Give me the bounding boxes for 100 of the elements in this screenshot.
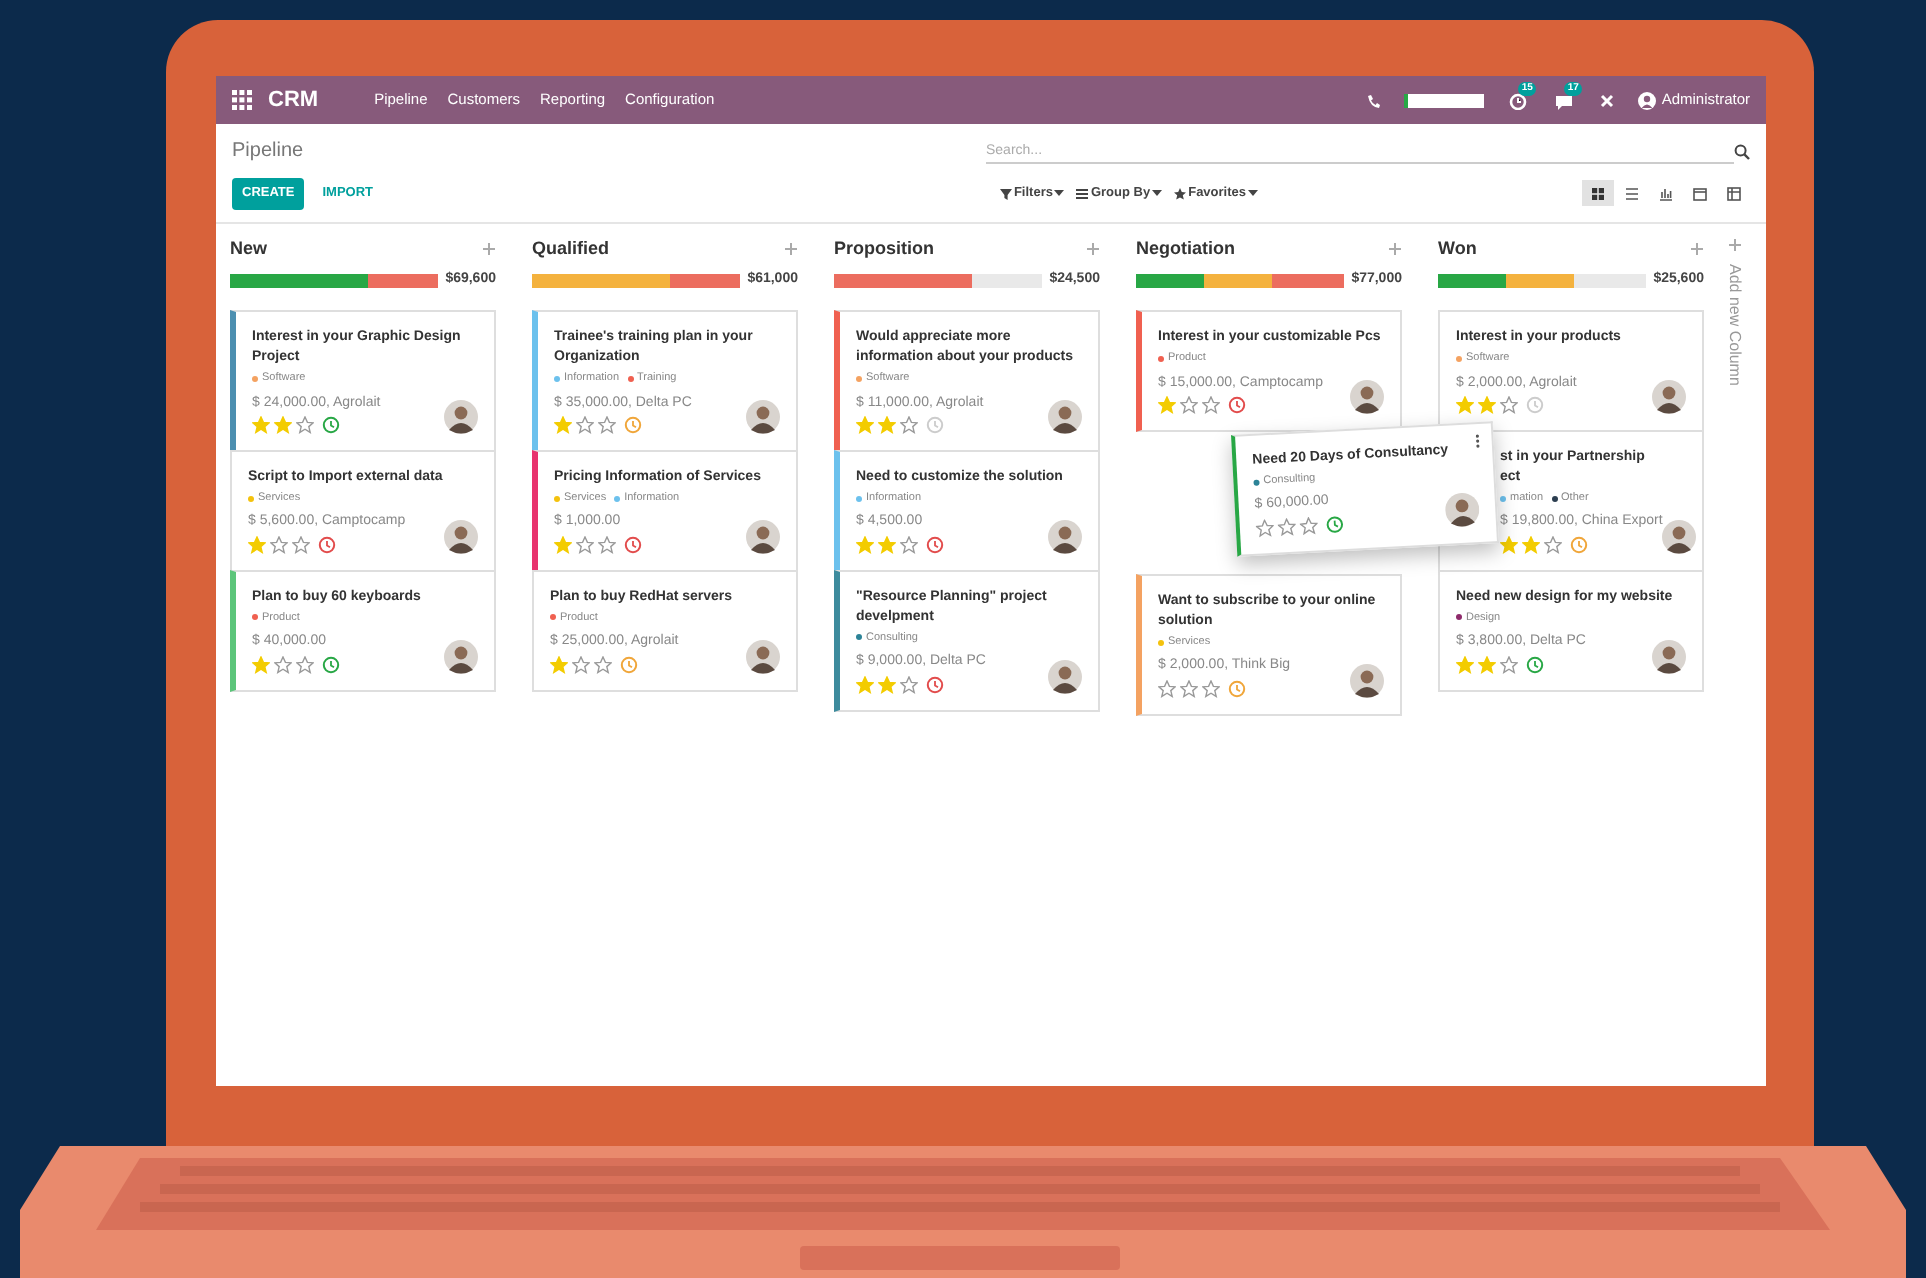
- star-icon[interactable]: [554, 535, 572, 554]
- avatar-icon: [1662, 519, 1697, 554]
- activity-clock-icon[interactable]: [1526, 655, 1544, 673]
- avatar-icon: [444, 519, 478, 554]
- activity-clock-icon[interactable]: [624, 535, 642, 554]
- phone-icon[interactable]: [1365, 93, 1380, 107]
- star-icon[interactable]: [296, 655, 314, 673]
- column-title: Negotiation: [1136, 236, 1235, 262]
- star-icon[interactable]: [274, 655, 292, 673]
- star-icon[interactable]: [856, 535, 874, 554]
- star-icon[interactable]: [1277, 516, 1297, 536]
- close-icon[interactable]: [1599, 93, 1614, 107]
- star-icon[interactable]: [900, 535, 918, 554]
- star-icon[interactable]: [252, 655, 270, 673]
- star-icon[interactable]: [572, 655, 590, 673]
- plus-icon[interactable]: [1690, 242, 1704, 257]
- avatar-icon: [1652, 639, 1686, 673]
- caret-icon: [1152, 190, 1163, 197]
- avatar-icon: [746, 519, 780, 554]
- status-bar-icon: [1403, 93, 1484, 107]
- star-icon[interactable]: [856, 416, 874, 434]
- star-icon[interactable]: [878, 416, 896, 434]
- search-icon[interactable]: [1734, 143, 1750, 159]
- star-icon[interactable]: [1478, 396, 1496, 414]
- plus-icon[interactable]: [784, 242, 798, 257]
- star-icon[interactable]: [1500, 535, 1518, 554]
- column-title: New: [230, 236, 268, 262]
- activity-clock-icon[interactable]: [1228, 396, 1246, 414]
- activity-clock-icon[interactable]: [620, 655, 638, 673]
- avatar-icon: [1350, 663, 1384, 698]
- avatar-icon: [1048, 659, 1082, 693]
- caret-icon: [1054, 190, 1065, 197]
- star-icon[interactable]: [292, 535, 310, 554]
- activity-clock-icon[interactable]: [318, 535, 336, 554]
- kebab-menu-icon[interactable]: [1475, 433, 1480, 448]
- star-icon[interactable]: [1180, 679, 1198, 698]
- star-icon: [1174, 187, 1187, 200]
- star-icon[interactable]: [1456, 655, 1474, 673]
- star-icon[interactable]: [296, 416, 314, 434]
- star-icon[interactable]: [1522, 535, 1540, 554]
- star-icon[interactable]: [554, 416, 572, 434]
- star-icon[interactable]: [1202, 679, 1220, 698]
- star-icon[interactable]: [900, 416, 918, 434]
- avatar-icon: [1444, 491, 1481, 527]
- pivot-icon: [1726, 185, 1742, 202]
- star-icon[interactable]: [1299, 515, 1319, 535]
- activity-clock-icon[interactable]: [1325, 514, 1345, 534]
- page-title: Pipeline: [232, 138, 304, 166]
- plus-icon[interactable]: [1086, 242, 1100, 257]
- star-icon[interactable]: [598, 535, 616, 554]
- list-icon: [1624, 185, 1640, 202]
- user-avatar-icon[interactable]: [1637, 91, 1656, 109]
- star-icon[interactable]: [274, 416, 292, 434]
- star-icon[interactable]: [1255, 517, 1275, 537]
- column-title: Qualified: [532, 236, 610, 262]
- plus-icon[interactable]: [1388, 242, 1402, 257]
- activity-clock-icon[interactable]: [1228, 679, 1246, 698]
- star-icon[interactable]: [878, 535, 896, 554]
- star-icon[interactable]: [1544, 535, 1562, 554]
- activity-clock-icon[interactable]: [926, 535, 944, 554]
- star-icon[interactable]: [576, 535, 594, 554]
- star-icon[interactable]: [550, 655, 568, 673]
- caret-icon: [1248, 190, 1258, 197]
- star-icon[interactable]: [1500, 655, 1518, 673]
- avatar-icon: [1048, 519, 1082, 554]
- star-icon[interactable]: [594, 655, 612, 673]
- star-icon[interactable]: [248, 535, 266, 554]
- star-icon[interactable]: [1456, 396, 1474, 414]
- activity-clock-icon[interactable]: [322, 416, 340, 434]
- star-icon[interactable]: [878, 675, 896, 693]
- star-icon[interactable]: [1158, 396, 1176, 414]
- star-icon[interactable]: [900, 675, 918, 693]
- filter-icon: [999, 187, 1012, 200]
- app-title[interactable]: CRM: [268, 83, 319, 117]
- activity-clock-icon[interactable]: [624, 416, 642, 434]
- star-icon[interactable]: [252, 416, 270, 434]
- avatar-icon: [1048, 400, 1082, 434]
- star-icon[interactable]: [576, 416, 594, 434]
- plus-icon[interactable]: [482, 242, 496, 257]
- activity-clock-icon[interactable]: [1570, 535, 1588, 554]
- avatar-icon: [444, 639, 478, 673]
- activity-clock-icon[interactable]: [1526, 396, 1544, 414]
- star-icon[interactable]: [1500, 396, 1518, 414]
- star-icon[interactable]: [1180, 396, 1198, 414]
- star-icon[interactable]: [856, 675, 874, 693]
- activity-clock-icon[interactable]: [926, 675, 944, 693]
- graph-icon: [1658, 185, 1674, 202]
- apps-menu-icon[interactable]: [232, 90, 252, 110]
- activity-clock-icon[interactable]: [322, 655, 340, 673]
- star-icon[interactable]: [1202, 396, 1220, 414]
- kanban-icon: [1590, 185, 1606, 202]
- star-icon[interactable]: [270, 535, 288, 554]
- activity-icon[interactable]: [1507, 89, 1528, 109]
- kanban-view-button[interactable]: [1582, 180, 1614, 207]
- activity-clock-icon[interactable]: [926, 416, 944, 434]
- column-title: Won: [1438, 236, 1477, 262]
- star-icon[interactable]: [1478, 655, 1496, 673]
- star-icon[interactable]: [598, 416, 616, 434]
- plus-icon[interactable]: [1727, 237, 1741, 252]
- star-icon[interactable]: [1158, 679, 1176, 698]
